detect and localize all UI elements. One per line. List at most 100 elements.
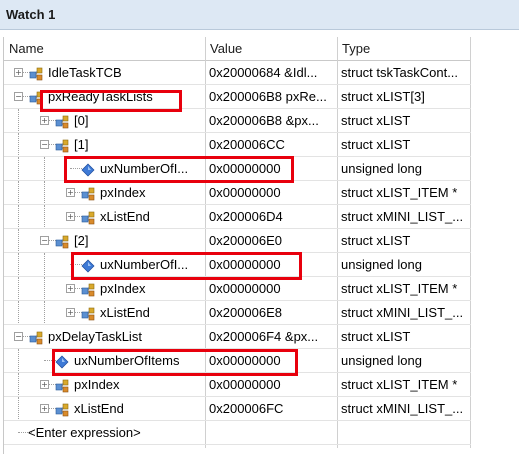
- expression-name: pxIndex: [100, 281, 146, 296]
- tree-line: [18, 205, 19, 228]
- expression-name: IdleTaskTCB: [48, 65, 122, 80]
- expression-name: pxIndex: [100, 185, 146, 200]
- watch-row[interactable]: + IdleTaskTCB 0x20000684 &Idl... struct tsk…: [4, 61, 471, 85]
- name-cell[interactable]: + xListEnd: [4, 205, 205, 228]
- variable-icon: [54, 353, 70, 369]
- expand-icon[interactable]: +: [66, 308, 75, 317]
- watch-window-titlebar: Watch 1: [0, 0, 519, 30]
- tree-line: [18, 109, 19, 132]
- expand-icon[interactable]: +: [66, 284, 75, 293]
- type-cell: struct xMINI_LIST_...: [341, 305, 464, 320]
- name-cell[interactable]: uxNumberOfItems: [4, 349, 205, 372]
- struct-icon: [54, 401, 70, 417]
- type-cell: unsigned long: [341, 161, 422, 176]
- watch-row[interactable]: − pxReadyTaskLists 0x200006B8 pxRe... struc…: [4, 85, 471, 109]
- watch-row[interactable]: − [2] 0x200006E0 struct xLIST: [4, 229, 471, 253]
- type-cell: struct tskTaskCont...: [341, 65, 459, 80]
- tree-line: [18, 229, 19, 252]
- value-cell[interactable]: 0x200006FC: [205, 397, 337, 420]
- tree-line: [44, 181, 45, 204]
- value-cell[interactable]: 0x200006E0: [205, 229, 337, 252]
- variable-icon: [80, 161, 96, 177]
- tree-line: [44, 301, 45, 324]
- watch-row[interactable]: + xListEnd 0x200006E8 struct xMINI_LIST_...: [4, 301, 471, 325]
- value-cell[interactable]: 0x200006CC: [205, 133, 337, 156]
- type-cell: struct xLIST: [341, 233, 411, 248]
- value-cell[interactable]: 0x200006B8 pxRe...: [205, 85, 337, 108]
- struct-icon: [28, 89, 44, 105]
- tree-line: [18, 157, 19, 180]
- value-cell[interactable]: 0x200006F4 &px...: [205, 325, 337, 348]
- type-cell: struct xLIST: [341, 329, 411, 344]
- column-header-name[interactable]: Name: [4, 37, 205, 61]
- struct-icon: [54, 377, 70, 393]
- value-cell[interactable]: 0x200006E8: [205, 301, 337, 324]
- watch-row[interactable]: − [1] 0x200006CC struct xLIST: [4, 133, 471, 157]
- expand-icon[interactable]: +: [40, 404, 49, 413]
- watch-row[interactable]: − pxDelayTaskList 0x200006F4 &px... struct …: [4, 325, 471, 349]
- collapse-icon[interactable]: −: [40, 236, 49, 245]
- type-cell: struct xLIST: [341, 113, 411, 128]
- expand-icon[interactable]: +: [14, 68, 23, 77]
- name-cell[interactable]: + xListEnd: [4, 397, 205, 420]
- struct-icon: [54, 113, 70, 129]
- watch-row[interactable]: uxNumberOfI... 0x00000000 unsigned long: [4, 253, 471, 277]
- expand-icon[interactable]: +: [40, 116, 49, 125]
- expand-icon[interactable]: +: [40, 380, 49, 389]
- value-cell[interactable]: 0x20000684 &Idl...: [205, 61, 337, 84]
- name-cell[interactable]: + pxIndex: [4, 181, 205, 204]
- value-cell[interactable]: 0x00000000: [205, 373, 337, 396]
- type-cell: [337, 421, 471, 444]
- struct-icon: [80, 305, 96, 321]
- expression-name: uxNumberOfItems: [74, 353, 180, 368]
- expression-name: [1]: [74, 137, 89, 152]
- value-cell[interactable]: 0x00000000: [205, 181, 337, 204]
- tree-line: [44, 157, 45, 180]
- watch-row[interactable]: uxNumberOfItems 0x00000000 unsigned long: [4, 349, 471, 373]
- name-cell[interactable]: + [0]: [4, 109, 205, 132]
- value-cell[interactable]: 0x200006B8 &px...: [205, 109, 337, 132]
- collapse-icon[interactable]: −: [40, 140, 49, 149]
- name-cell[interactable]: + IdleTaskTCB: [4, 61, 205, 84]
- struct-icon: [28, 65, 44, 81]
- watch-row[interactable]: + pxIndex 0x00000000 struct xLIST_ITEM *: [4, 277, 471, 301]
- column-header-type[interactable]: Type: [337, 37, 471, 61]
- expression-name: uxNumberOfI...: [100, 161, 189, 176]
- struct-icon: [80, 185, 96, 201]
- column-header-value[interactable]: Value: [205, 37, 337, 61]
- window-title: Watch 1: [6, 7, 56, 22]
- value-cell[interactable]: 0x00000000: [205, 277, 337, 300]
- value-cell[interactable]: [205, 421, 337, 444]
- name-cell[interactable]: − pxDelayTaskList: [4, 325, 205, 348]
- watch-row[interactable]: + xListEnd 0x200006FC struct xMINI_LIST_...: [4, 397, 471, 421]
- type-cell: struct xLIST_ITEM *: [341, 281, 458, 296]
- value-cell[interactable]: 0x200006D4: [205, 205, 337, 228]
- watch-row[interactable]: + pxIndex 0x00000000 struct xLIST_ITEM *: [4, 373, 471, 397]
- tree-line: [44, 253, 45, 276]
- expression-name: <Enter expression>: [28, 425, 141, 440]
- name-cell[interactable]: <Enter expression>: [4, 421, 205, 444]
- value-cell[interactable]: 0x00000000: [205, 349, 337, 372]
- watch-row[interactable]: + [0] 0x200006B8 &px... struct xLIST: [4, 109, 471, 133]
- expand-icon[interactable]: +: [66, 212, 75, 221]
- name-cell[interactable]: + xListEnd: [4, 301, 205, 324]
- tree-line: [18, 349, 19, 372]
- name-cell[interactable]: − [1]: [4, 133, 205, 156]
- name-cell[interactable]: uxNumberOfI...: [4, 253, 205, 276]
- type-cell: struct xMINI_LIST_...: [341, 209, 464, 224]
- name-cell[interactable]: − [2]: [4, 229, 205, 252]
- name-cell[interactable]: − pxReadyTaskLists: [4, 85, 205, 108]
- name-cell[interactable]: + pxIndex: [4, 277, 205, 300]
- collapse-icon[interactable]: −: [14, 332, 23, 341]
- struct-icon: [54, 137, 70, 153]
- watch-row[interactable]: + pxIndex 0x00000000 struct xLIST_ITEM *: [4, 181, 471, 205]
- value-cell[interactable]: 0x00000000: [205, 253, 337, 276]
- name-cell[interactable]: + pxIndex: [4, 373, 205, 396]
- expand-icon[interactable]: +: [66, 188, 75, 197]
- name-cell[interactable]: uxNumberOfI...: [4, 157, 205, 180]
- watch-row[interactable]: <Enter expression>: [4, 421, 471, 445]
- watch-row[interactable]: uxNumberOfI... 0x00000000 unsigned long: [4, 157, 471, 181]
- watch-row[interactable]: + xListEnd 0x200006D4 struct xMINI_LIST_...: [4, 205, 471, 229]
- collapse-icon[interactable]: −: [14, 92, 23, 101]
- value-cell[interactable]: 0x00000000: [205, 157, 337, 180]
